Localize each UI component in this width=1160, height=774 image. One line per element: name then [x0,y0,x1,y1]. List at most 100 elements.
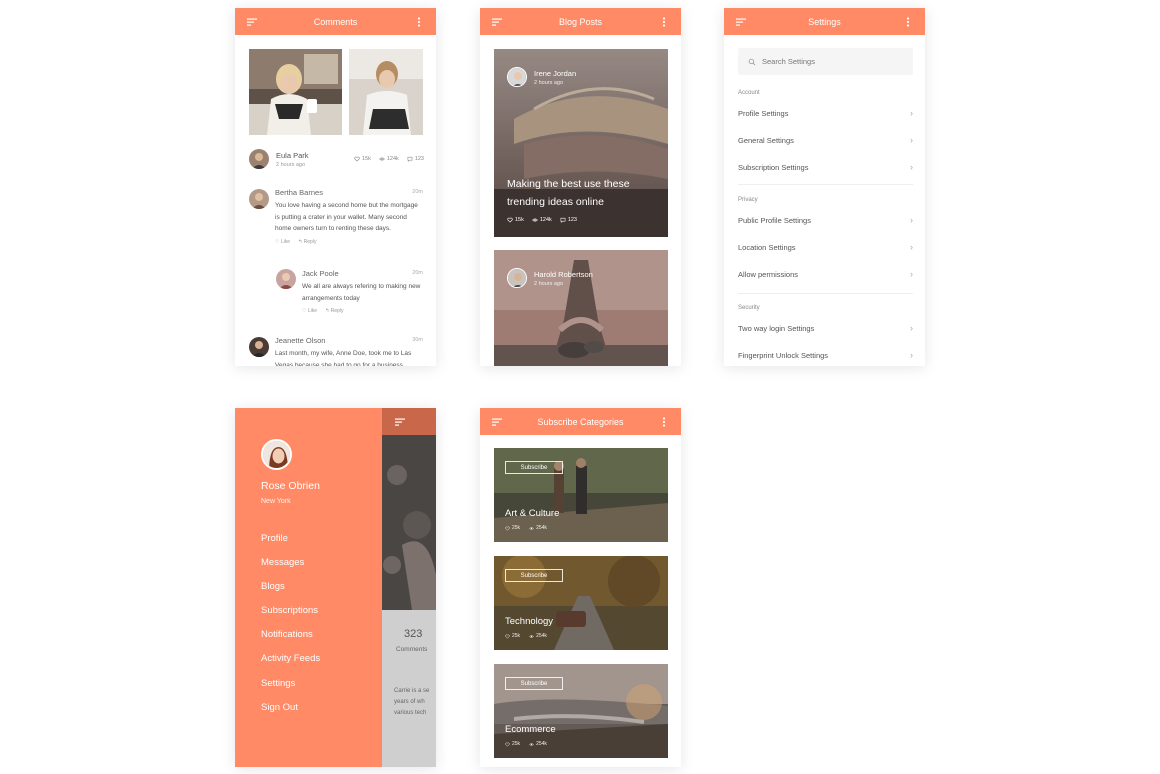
reply-label: Reply [330,308,344,314]
category-card-art-culture[interactable]: Subscribe Art & Culture 25k 254k [494,448,668,542]
menu-item-notifications[interactable]: Notifications [261,629,313,640]
divider [738,293,913,294]
eye-icon [529,526,534,531]
more-icon[interactable] [412,15,426,29]
blog-post-card[interactable]: Harold Robertson 2 hours ago [494,250,668,366]
views-count: 124k [386,156,399,162]
like-button[interactable]: ♡ Like [302,308,317,314]
reply-button[interactable]: ↰ Reply [325,308,343,314]
setting-public-profile[interactable]: Public Profile Settings › [738,215,913,225]
comments-appbar: Comments [235,8,436,35]
category-stats: 25k 254k [505,525,547,531]
category-card-ecommerce[interactable]: Subscribe Ecommerce 25k 254k [494,664,668,758]
views-stat: 124k [532,217,552,223]
author-time: 2 hours ago [534,280,564,287]
eye-icon [529,742,534,747]
chevron-right-icon: › [910,242,913,252]
chevron-right-icon: › [910,215,913,225]
views-count: 254k [536,633,547,639]
navigation-drawer: Rose Obrien New York Profile Messages Bl… [235,408,382,767]
post-headline: Making the best use these trending ideas… [507,178,630,208]
like-button[interactable]: ♡ Like [275,239,290,245]
likes-stat[interactable]: 15k [354,156,371,162]
avatar[interactable] [249,149,269,169]
setting-general[interactable]: General Settings › [738,135,913,145]
menu-item-profile[interactable]: Profile [261,533,288,544]
setting-two-way-login[interactable]: Two way login Settings › [738,323,913,333]
views-stat: 254k [529,525,547,531]
comment-text: You love having a second home but the mo… [275,202,418,232]
post-photo[interactable] [249,49,342,135]
likes-count: 25k [512,741,521,747]
search-input[interactable]: Search Settings [738,48,913,75]
sort-icon[interactable] [245,15,259,29]
likes-stat[interactable]: 15k [507,217,524,223]
comments-count: 323 [404,628,423,640]
category-title: Technology [505,616,554,627]
avatar[interactable] [249,337,269,357]
sort-icon[interactable] [734,15,748,29]
menu-item-activity-feeds[interactable]: Activity Feeds [261,653,320,664]
menu-item-subscriptions[interactable]: Subscriptions [261,605,318,616]
sort-icon[interactable] [490,415,504,429]
comment-time: 30m [412,337,423,343]
heart-icon [505,526,510,531]
blog-post-card[interactable]: Irene Jordan 2 hours ago Making the best… [494,49,668,237]
user-location: New York [261,498,291,505]
categories-appbar: Subscribe Categories [480,408,681,435]
menu-item-messages[interactable]: Messages [261,557,304,568]
category-card-technology[interactable]: Subscribe Technology 25k 254k [494,556,668,650]
views-stat: 124k [379,156,399,162]
setting-label: Fingerprint Unlock Settings [738,350,829,360]
reply-button[interactable]: ↰ Reply [298,239,316,245]
comments-count: 123 [414,156,424,162]
sort-icon[interactable] [394,416,406,428]
setting-label: General Settings [738,135,794,145]
more-icon[interactable] [657,415,671,429]
reply-label: Reply [303,238,317,245]
eye-icon [379,156,385,162]
menu-item-sign-out[interactable]: Sign Out [261,702,298,713]
avatar[interactable] [249,189,269,209]
like-label: Like [280,238,291,245]
more-icon[interactable] [901,15,915,29]
avatar[interactable] [276,269,296,289]
setting-permissions[interactable]: Allow permissions › [738,269,913,279]
avatar[interactable] [261,439,292,470]
comments-stat[interactable]: 123 [560,217,577,223]
setting-profile[interactable]: Profile Settings › [738,108,913,118]
setting-subscription[interactable]: Subscription Settings › [738,162,913,172]
setting-label: Two way login Settings [738,323,815,333]
avatar[interactable] [507,268,527,288]
subscribe-button[interactable]: Subscribe [505,677,563,690]
subscribe-button[interactable]: Subscribe [505,569,563,582]
likes-count: 25k [512,633,521,639]
post-photo[interactable] [349,49,423,135]
views-count: 254k [536,525,547,531]
comment-reply: Jack Poole 20m We all are always referin… [302,269,423,314]
screen-title: Comments [313,16,358,27]
avatar[interactable] [507,67,527,87]
sort-icon[interactable] [490,15,504,29]
eye-icon [532,217,538,223]
heart-icon [505,742,510,747]
comments-stat[interactable]: 123 [407,156,424,162]
subscribe-button[interactable]: Subscribe [505,461,563,474]
blog-appbar: Blog Posts [480,8,681,35]
menu-item-blogs[interactable]: Blogs [261,581,285,592]
setting-fingerprint[interactable]: Fingerprint Unlock Settings › [738,350,913,360]
profile-snippet: Carrie is a se years of wh various tech [394,688,430,716]
author-time: 2 hours ago [534,79,564,86]
views-stat: 254k [529,741,547,747]
search-placeholder: Search Settings [762,57,815,66]
blog-screen: Blog Posts Irene Jordan 2 hours ago Maki… [480,8,681,366]
likes-count: 15k [515,217,524,223]
setting-location[interactable]: Location Settings › [738,242,913,252]
comment-icon [407,156,413,162]
post-author-row: Harold Robertson 2 hours ago [507,268,593,288]
comment-text: Last month, my wife, Anne Doe, took me t… [275,350,412,366]
menu-item-settings[interactable]: Settings [261,678,295,689]
author-time: 2 hours ago [276,161,306,168]
more-icon[interactable] [657,15,671,29]
comment-item: Bertha Barnes 20m You love having a seco… [275,188,423,245]
